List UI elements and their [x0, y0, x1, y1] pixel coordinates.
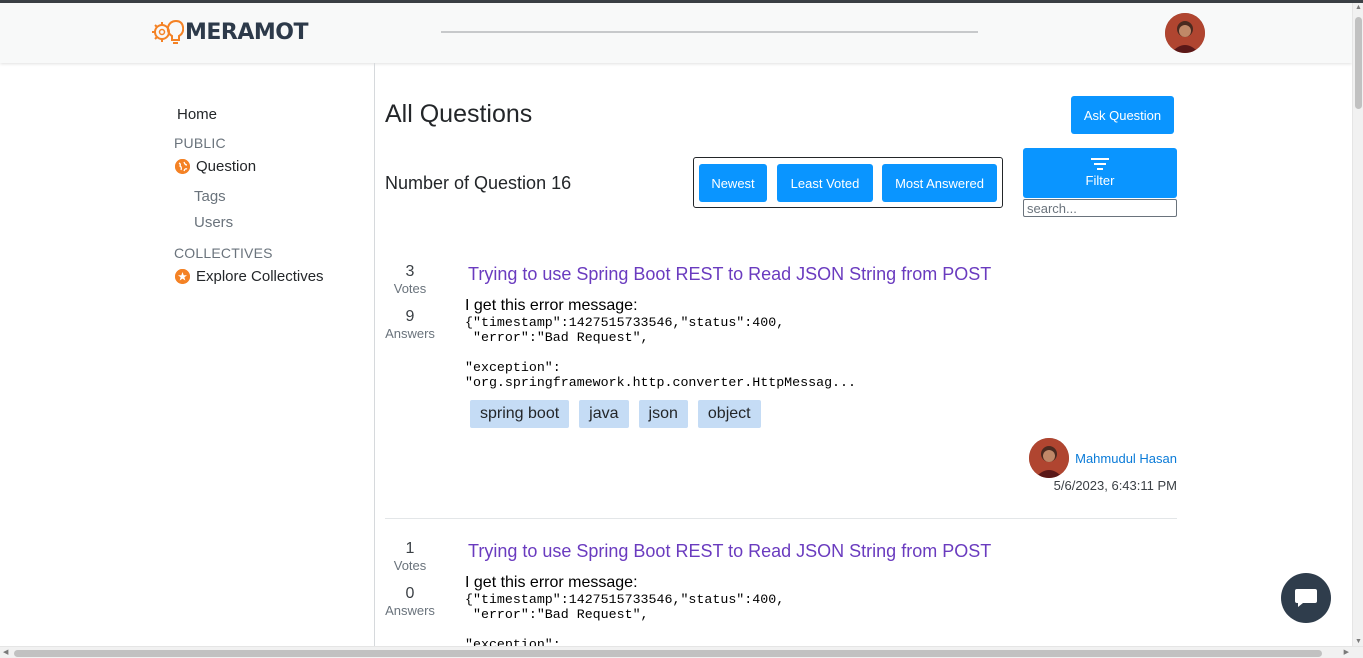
- question-count: Number of Question 16: [385, 173, 572, 193]
- globe-icon: [175, 159, 190, 174]
- answer-count: 0: [405, 585, 415, 602]
- sidebar-item-tags[interactable]: Tags: [194, 188, 226, 205]
- logo[interactable]: MERAMOT: [152, 17, 309, 47]
- scroll-down-icon[interactable]: ▼: [1355, 638, 1362, 645]
- chat-bubble-icon: [1295, 589, 1317, 607]
- vote-count: 1: [405, 540, 415, 557]
- sort-least-voted-button[interactable]: Least Voted: [777, 164, 873, 202]
- vote-count: 3: [405, 263, 415, 280]
- vote-stat: 1 Votes: [385, 540, 435, 573]
- question-title-link[interactable]: Trying to use Spring Boot REST to Read J…: [468, 264, 991, 285]
- sidebar-item-question[interactable]: Question: [175, 158, 256, 175]
- answer-label: Answers: [385, 326, 435, 341]
- author-info: Mahmudul Hasan: [1029, 438, 1177, 478]
- scrollbar-thumb[interactable]: [1355, 17, 1362, 109]
- star-badge-icon: [175, 269, 190, 284]
- sort-button-group: Newest Least Voted Most Answered: [693, 157, 1003, 208]
- tag-spring-boot[interactable]: spring boot: [470, 400, 570, 428]
- tag-list: spring boot java json object: [470, 400, 771, 428]
- sort-most-answered-button[interactable]: Most Answered: [882, 164, 997, 202]
- tag-java[interactable]: java: [579, 400, 629, 428]
- tag-object[interactable]: object: [697, 400, 761, 428]
- sidebar: Home PUBLIC Question Tags Users COLLECTI…: [0, 63, 375, 646]
- ask-question-button[interactable]: Ask Question: [1071, 96, 1174, 134]
- vote-label: Votes: [393, 281, 427, 296]
- horizontal-scrollbar[interactable]: ◀ ▶: [0, 646, 1363, 658]
- avatar-photo-icon: [1029, 438, 1070, 478]
- sidebar-heading-public: PUBLIC: [174, 135, 226, 151]
- question-excerpt-intro: I get this error message:: [465, 297, 638, 314]
- filter-button[interactable]: Filter: [1023, 148, 1177, 198]
- sidebar-item-explore-collectives[interactable]: Explore Collectives: [175, 268, 324, 285]
- vertical-scrollbar[interactable]: ▲ ▼: [1352, 3, 1363, 646]
- lightbulb-gear-logo-icon: [152, 19, 184, 44]
- vote-label: Votes: [393, 558, 427, 573]
- scroll-left-icon[interactable]: ◀: [3, 648, 8, 656]
- answer-count: 9: [405, 308, 415, 325]
- answer-stat: 0 Answers: [385, 585, 435, 618]
- tag-json[interactable]: json: [638, 400, 688, 428]
- question-item: 1 Votes 0 Answers Trying to use Spring B…: [385, 537, 1177, 647]
- sort-newest-button[interactable]: Newest: [699, 164, 767, 202]
- filter-button-label: Filter: [1085, 173, 1115, 188]
- scroll-up-icon[interactable]: ▲: [1355, 4, 1362, 11]
- question-excerpt-code: {"timestamp":1427515733546,"status":400,…: [465, 315, 856, 390]
- sidebar-heading-collectives: COLLECTIVES: [174, 245, 273, 261]
- header-search-bar[interactable]: [441, 31, 978, 33]
- vote-stat: 3 Votes: [385, 263, 435, 296]
- question-divider: [385, 518, 1177, 519]
- page-title: All Questions: [385, 100, 533, 128]
- question-title-link[interactable]: Trying to use Spring Boot REST to Read J…: [468, 541, 991, 562]
- sidebar-item-label: Question: [196, 158, 257, 175]
- answer-stat: 9 Answers: [385, 308, 435, 341]
- author-avatar[interactable]: [1029, 438, 1070, 478]
- question-item: 3 Votes 9 Answers Trying to use Spring B…: [385, 260, 1177, 520]
- header: MERAMOT: [0, 3, 1352, 63]
- author-name-link[interactable]: Mahmudul Hasan: [1075, 451, 1177, 466]
- question-excerpt-code: {"timestamp":1427515733546,"status":400,…: [465, 592, 785, 647]
- user-avatar[interactable]: [1165, 13, 1205, 53]
- chat-button[interactable]: [1281, 573, 1331, 623]
- logo-text: MERAMOT: [185, 19, 309, 45]
- sidebar-item-home[interactable]: Home: [177, 106, 217, 123]
- sidebar-item-users[interactable]: Users: [194, 214, 233, 231]
- scrollbar-thumb[interactable]: [14, 650, 1322, 657]
- search-input[interactable]: [1023, 199, 1177, 217]
- answer-label: Answers: [385, 603, 435, 618]
- avatar-photo-icon: [1165, 13, 1205, 53]
- question-date: 5/6/2023, 6:43:11 PM: [1053, 478, 1177, 493]
- sidebar-item-label: Explore Collectives: [196, 268, 324, 285]
- scroll-right-icon[interactable]: ▶: [1344, 648, 1349, 656]
- filter-icon: [1091, 158, 1109, 170]
- question-excerpt-intro: I get this error message:: [465, 574, 638, 591]
